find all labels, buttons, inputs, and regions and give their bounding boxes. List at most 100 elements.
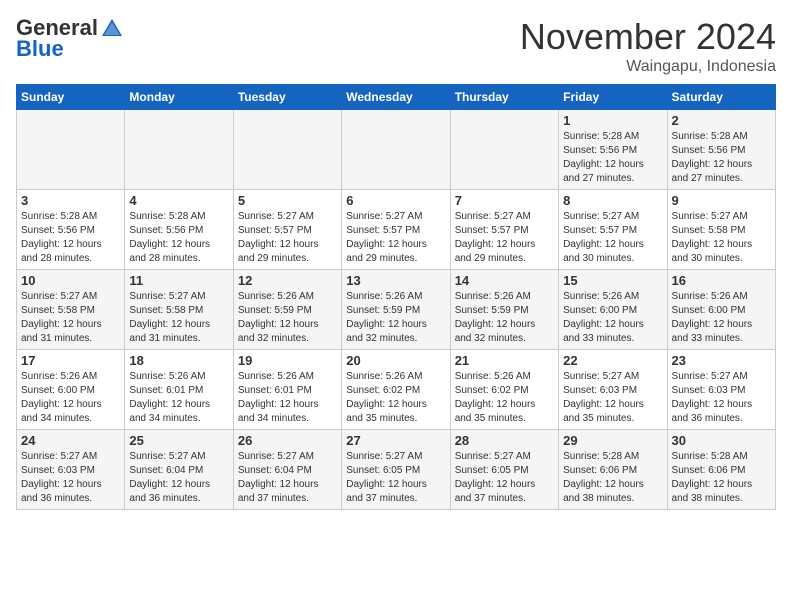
calendar-day-cell: 17Sunrise: 5:26 AM Sunset: 6:00 PM Dayli… [17,350,125,430]
location-subtitle: Waingapu, Indonesia [520,58,776,76]
day-info: Sunrise: 5:26 AM Sunset: 5:59 PM Dayligh… [346,290,445,346]
day-number: 8 [563,193,662,208]
calendar-day-cell: 12 Sunrise: 5:26 AM Sunset: 5:59 PM Dayli… [233,270,341,350]
calendar-day-cell: 24 Sunrise: 5:27 AM Sunset: 6:03 PM Dayli… [17,430,125,510]
day-number: 23 [672,353,771,368]
day-number: 25 [129,433,228,448]
day-info: Sunrise: 5:27 AM Sunset: 6:03 PM Dayligh… [21,450,120,506]
calendar-day-cell [17,110,125,190]
day-number: 22 [563,353,662,368]
calendar-day-cell: 29 Sunrise: 5:28 AM Sunset: 6:06 PM Dayli… [559,430,667,510]
day-number: 24 [21,433,120,448]
day-info: Sunrise: 5:27 AM Sunset: 6:04 PM Dayligh… [238,450,337,506]
calendar-day-cell [233,110,341,190]
calendar-table: SundayMondayTuesdayWednesdayThursdayFrid… [16,84,776,510]
day-info: Sunrise: 5:27 AM Sunset: 5:57 PM Dayligh… [455,210,554,266]
calendar-day-cell: 9 Sunrise: 5:27 AM Sunset: 5:58 PM Daylig… [667,190,775,270]
day-info: Sunrise: 5:26 AM Sunset: 5:59 PM Dayligh… [238,290,337,346]
calendar-day-cell: 18 Sunrise: 5:26 AM Sunset: 6:01 PM Dayli… [125,350,233,430]
day-number: 2 [672,113,771,128]
day-info: Sunrise: 5:27 AM Sunset: 6:03 PM Dayligh… [672,370,771,426]
day-of-week-header: Wednesday [342,85,450,110]
calendar-day-cell: 1 Sunrise: 5:28 AM Sunset: 5:56 PM Daylig… [559,110,667,190]
day-number: 3 [21,193,120,208]
logo-blue-text: Blue [16,36,64,62]
day-number: 26 [238,433,337,448]
day-info: Sunrise: 5:26 AM Sunset: 6:00 PM Dayligh… [563,290,662,346]
calendar-day-cell: 13Sunrise: 5:26 AM Sunset: 5:59 PM Dayli… [342,270,450,350]
day-number: 16 [672,273,771,288]
calendar-day-cell: 23 Sunrise: 5:27 AM Sunset: 6:03 PM Dayli… [667,350,775,430]
day-info: Sunrise: 5:26 AM Sunset: 6:00 PM Dayligh… [672,290,771,346]
day-info: Sunrise: 5:28 AM Sunset: 5:56 PM Dayligh… [129,210,228,266]
calendar-day-cell: 6 Sunrise: 5:27 AM Sunset: 5:57 PM Daylig… [342,190,450,270]
calendar-week-row: 24 Sunrise: 5:27 AM Sunset: 6:03 PM Dayli… [17,430,776,510]
day-info: Sunrise: 5:27 AM Sunset: 5:58 PM Dayligh… [129,290,228,346]
calendar-day-cell: 19 Sunrise: 5:26 AM Sunset: 6:01 PM Dayli… [233,350,341,430]
day-info: Sunrise: 5:26 AM Sunset: 6:01 PM Dayligh… [238,370,337,426]
day-of-week-header: Thursday [450,85,558,110]
day-info: Sunrise: 5:27 AM Sunset: 5:58 PM Dayligh… [672,210,771,266]
calendar-day-cell: 21 Sunrise: 5:26 AM Sunset: 6:02 PM Dayli… [450,350,558,430]
day-number: 6 [346,193,445,208]
day-info: Sunrise: 5:27 AM Sunset: 5:57 PM Dayligh… [238,210,337,266]
day-number: 1 [563,113,662,128]
day-info: Sunrise: 5:26 AM Sunset: 6:02 PM Dayligh… [346,370,445,426]
day-of-week-header: Friday [559,85,667,110]
page-header: General Blue November 2024 Waingapu, Ind… [16,16,776,76]
day-info: Sunrise: 5:28 AM Sunset: 5:56 PM Dayligh… [672,130,771,186]
day-info: Sunrise: 5:27 AM Sunset: 5:58 PM Dayligh… [21,290,120,346]
calendar-week-row: 1 Sunrise: 5:28 AM Sunset: 5:56 PM Daylig… [17,110,776,190]
day-number: 12 [238,273,337,288]
calendar-day-cell: 30Sunrise: 5:28 AM Sunset: 6:06 PM Dayli… [667,430,775,510]
title-block: November 2024 Waingapu, Indonesia [520,16,776,76]
day-number: 29 [563,433,662,448]
day-number: 21 [455,353,554,368]
calendar-day-cell: 5Sunrise: 5:27 AM Sunset: 5:57 PM Daylig… [233,190,341,270]
day-info: Sunrise: 5:26 AM Sunset: 6:01 PM Dayligh… [129,370,228,426]
day-info: Sunrise: 5:28 AM Sunset: 5:56 PM Dayligh… [563,130,662,186]
calendar-header-row: SundayMondayTuesdayWednesdayThursdayFrid… [17,85,776,110]
calendar-day-cell: 11 Sunrise: 5:27 AM Sunset: 5:58 PM Dayli… [125,270,233,350]
day-number: 4 [129,193,228,208]
day-number: 27 [346,433,445,448]
calendar-day-cell: 22 Sunrise: 5:27 AM Sunset: 6:03 PM Dayli… [559,350,667,430]
calendar-day-cell: 2 Sunrise: 5:28 AM Sunset: 5:56 PM Daylig… [667,110,775,190]
day-info: Sunrise: 5:26 AM Sunset: 6:02 PM Dayligh… [455,370,554,426]
day-info: Sunrise: 5:28 AM Sunset: 6:06 PM Dayligh… [672,450,771,506]
day-info: Sunrise: 5:26 AM Sunset: 5:59 PM Dayligh… [455,290,554,346]
day-number: 9 [672,193,771,208]
calendar-day-cell: 8Sunrise: 5:27 AM Sunset: 5:57 PM Daylig… [559,190,667,270]
calendar-day-cell: 14Sunrise: 5:26 AM Sunset: 5:59 PM Dayli… [450,270,558,350]
day-info: Sunrise: 5:26 AM Sunset: 6:00 PM Dayligh… [21,370,120,426]
calendar-day-cell: 16 Sunrise: 5:26 AM Sunset: 6:00 PM Dayli… [667,270,775,350]
day-info: Sunrise: 5:27 AM Sunset: 6:03 PM Dayligh… [563,370,662,426]
day-info: Sunrise: 5:27 AM Sunset: 5:57 PM Dayligh… [346,210,445,266]
day-info: Sunrise: 5:27 AM Sunset: 6:05 PM Dayligh… [455,450,554,506]
calendar-day-cell: 3 Sunrise: 5:28 AM Sunset: 5:56 PM Daylig… [17,190,125,270]
day-info: Sunrise: 5:28 AM Sunset: 6:06 PM Dayligh… [563,450,662,506]
day-number: 18 [129,353,228,368]
day-info: Sunrise: 5:28 AM Sunset: 5:56 PM Dayligh… [21,210,120,266]
calendar-day-cell: 26 Sunrise: 5:27 AM Sunset: 6:04 PM Dayli… [233,430,341,510]
day-info: Sunrise: 5:27 AM Sunset: 6:04 PM Dayligh… [129,450,228,506]
day-number: 15 [563,273,662,288]
calendar-day-cell: 28Sunrise: 5:27 AM Sunset: 6:05 PM Dayli… [450,430,558,510]
day-of-week-header: Saturday [667,85,775,110]
calendar-day-cell: 27Sunrise: 5:27 AM Sunset: 6:05 PM Dayli… [342,430,450,510]
calendar-day-cell: 25 Sunrise: 5:27 AM Sunset: 6:04 PM Dayli… [125,430,233,510]
day-number: 20 [346,353,445,368]
month-title: November 2024 [520,16,776,58]
calendar-day-cell [125,110,233,190]
day-of-week-header: Sunday [17,85,125,110]
calendar-week-row: 10Sunrise: 5:27 AM Sunset: 5:58 PM Dayli… [17,270,776,350]
calendar-day-cell: 15 Sunrise: 5:26 AM Sunset: 6:00 PM Dayli… [559,270,667,350]
calendar-week-row: 17Sunrise: 5:26 AM Sunset: 6:00 PM Dayli… [17,350,776,430]
calendar-day-cell [342,110,450,190]
calendar-day-cell: 20 Sunrise: 5:26 AM Sunset: 6:02 PM Dayli… [342,350,450,430]
day-of-week-header: Tuesday [233,85,341,110]
day-number: 19 [238,353,337,368]
calendar-day-cell: 10Sunrise: 5:27 AM Sunset: 5:58 PM Dayli… [17,270,125,350]
day-number: 11 [129,273,228,288]
logo: General Blue [16,16,124,62]
